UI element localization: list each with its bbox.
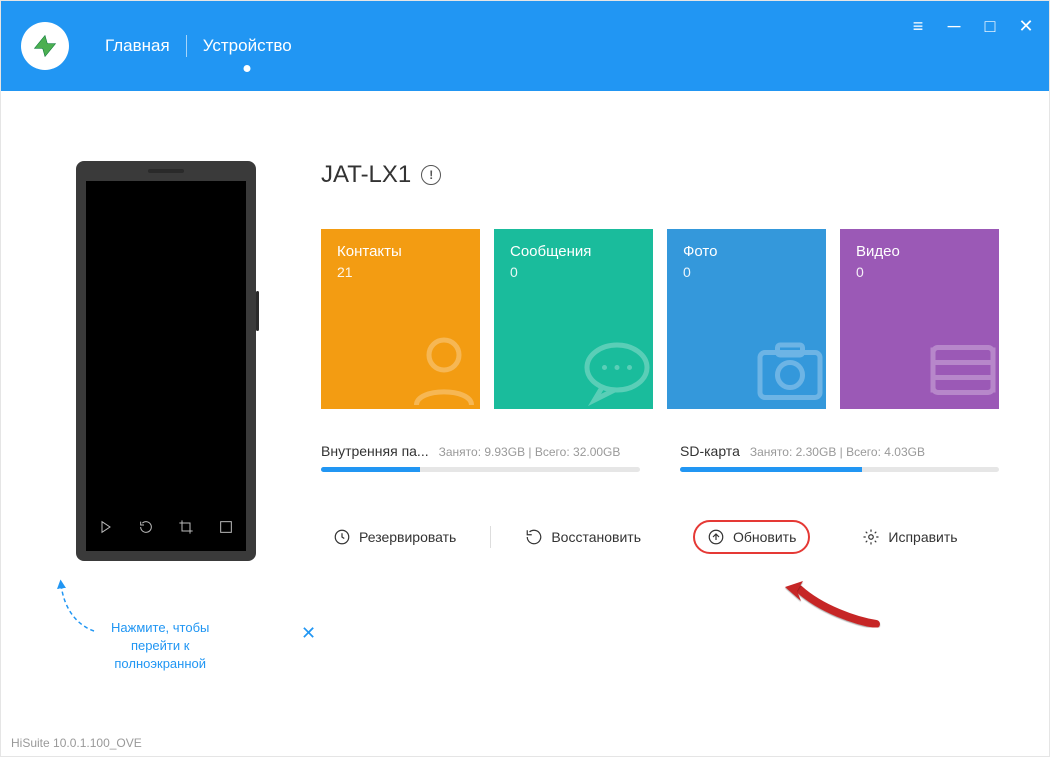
phone-column: [61, 161, 271, 561]
person-icon: [404, 330, 480, 409]
tooltip-close-icon[interactable]: ✕: [301, 623, 316, 644]
nav-home[interactable]: Главная: [89, 36, 186, 56]
storage-internal: Внутренняя па... Занято: 9.93GB | Всего:…: [321, 443, 640, 472]
crop-icon[interactable]: [176, 517, 196, 537]
tooltip-line3: полноэкранной: [111, 655, 209, 673]
clock-icon: [333, 528, 351, 546]
tile-contacts-label: Контакты: [337, 243, 464, 260]
tooltip-arrow: [49, 576, 99, 641]
tile-messages-count: 0: [510, 264, 637, 280]
nav-active-indicator: [244, 65, 251, 72]
update-label: Обновить: [733, 529, 796, 545]
minimize-icon[interactable]: ─: [945, 17, 963, 35]
restore-label: Восстановить: [551, 529, 641, 545]
phone-speaker: [148, 169, 184, 173]
topbar: Главная Устройство ≡ ─ □ ✕: [1, 1, 1049, 91]
repair-button[interactable]: Исправить: [850, 522, 969, 552]
phone-preview: [76, 161, 256, 561]
nav: Главная Устройство: [89, 35, 308, 57]
actions-row: Резервировать Восстановить Обновить Испр…: [321, 520, 999, 554]
storage-sd-bar-fill: [680, 467, 862, 472]
storage-sd: SD-карта Занято: 2.30GB | Всего: 4.03GB: [680, 443, 999, 472]
update-icon: [707, 528, 725, 546]
update-button[interactable]: Обновить: [693, 520, 810, 554]
phone-tools: [86, 517, 246, 537]
tile-contacts[interactable]: Контакты 21: [321, 229, 480, 409]
fullscreen-tooltip: Нажмите, чтобы перейти к полноэкранной: [111, 619, 209, 674]
refresh-icon[interactable]: [136, 517, 156, 537]
storage-internal-bar: [321, 467, 640, 472]
tiles: Контакты 21 Сообщения 0 Фото 0 Видео 0: [321, 229, 999, 409]
tile-messages-label: Сообщения: [510, 243, 637, 260]
tile-videos-label: Видео: [856, 243, 983, 260]
body: JAT-LX1 ! Контакты 21 Сообщения 0 Фото 0: [1, 91, 1049, 561]
tile-photos[interactable]: Фото 0: [667, 229, 826, 409]
app-window: Главная Устройство ≡ ─ □ ✕: [0, 0, 1050, 757]
action-separator: [490, 526, 491, 548]
nav-home-label: Главная: [105, 36, 170, 55]
phone-screen: [86, 181, 246, 551]
chat-icon: [577, 330, 653, 409]
annotation-arrow: [781, 579, 881, 634]
phone-side-button: [256, 291, 259, 331]
backup-label: Резервировать: [359, 529, 456, 545]
backup-button[interactable]: Резервировать: [321, 522, 468, 552]
device-name: JAT-LX1: [321, 161, 411, 189]
storage-internal-detail: Занято: 9.93GB | Всего: 32.00GB: [439, 445, 621, 459]
storage-sd-label: SD-карта: [680, 443, 740, 459]
gear-icon: [862, 528, 880, 546]
tile-photos-count: 0: [683, 264, 810, 280]
nav-device[interactable]: Устройство: [187, 36, 308, 56]
film-icon: [923, 330, 999, 409]
tile-photos-label: Фото: [683, 243, 810, 260]
repair-label: Исправить: [888, 529, 957, 545]
storage-sd-detail: Занято: 2.30GB | Всего: 4.03GB: [750, 445, 925, 459]
camera-icon: [750, 330, 826, 409]
menu-icon[interactable]: ≡: [909, 17, 927, 35]
storage-internal-label: Внутренняя па...: [321, 443, 429, 459]
info-icon[interactable]: !: [421, 165, 441, 185]
restore-icon: [525, 528, 543, 546]
window-controls: ≡ ─ □ ✕: [909, 17, 1035, 35]
tile-videos[interactable]: Видео 0: [840, 229, 999, 409]
tooltip-line2: перейти к: [111, 637, 209, 655]
main: JAT-LX1 ! Контакты 21 Сообщения 0 Фото 0: [321, 161, 999, 561]
storage-internal-bar-fill: [321, 467, 420, 472]
tooltip-line1: Нажмите, чтобы: [111, 619, 209, 637]
maximize-icon[interactable]: □: [981, 17, 999, 35]
restore-button[interactable]: Восстановить: [513, 522, 653, 552]
app-logo: [21, 22, 69, 70]
fullscreen-icon[interactable]: [216, 517, 236, 537]
tile-messages[interactable]: Сообщения 0: [494, 229, 653, 409]
close-icon[interactable]: ✕: [1017, 17, 1035, 35]
tile-videos-count: 0: [856, 264, 983, 280]
tile-contacts-count: 21: [337, 264, 464, 280]
device-title-row: JAT-LX1 !: [321, 161, 999, 189]
version-label: HiSuite 10.0.1.100_OVE: [11, 736, 142, 750]
storage-sd-bar: [680, 467, 999, 472]
nav-device-label: Устройство: [203, 36, 292, 55]
play-icon[interactable]: [96, 517, 116, 537]
storage-row: Внутренняя па... Занято: 9.93GB | Всего:…: [321, 443, 999, 472]
